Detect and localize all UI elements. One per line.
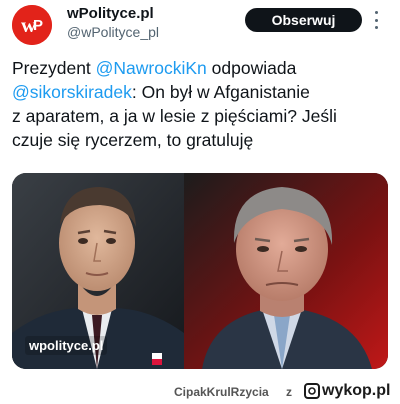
svg-text:P: P	[33, 17, 43, 34]
tweet-media[interactable]: wpolityce.pl	[12, 173, 388, 369]
more-options-icon[interactable]	[373, 11, 379, 29]
source-footer: CipakKrulRzycia z wykop.pl	[0, 380, 400, 404]
follow-button[interactable]: Obserwuj	[245, 8, 362, 32]
tweet-text-segment: odpowiada	[206, 58, 297, 78]
tweet-text-segment: Prezydent	[12, 58, 96, 78]
media-watermark: wpolityce.pl	[25, 336, 108, 355]
account-name[interactable]: wPolityce.pl	[67, 5, 154, 22]
tweet-line-2: @sikorskiradek: On był w Afganistanie	[12, 80, 388, 104]
tweet-header: w P wPolityce.pl @wPolityce_pl Obserwuj	[0, 0, 400, 46]
mention-sikorskiradek[interactable]: @sikorskiradek	[12, 82, 132, 102]
tweet-line-4: czuje się rycerzem, to gratuluję	[12, 130, 254, 150]
tweet-line-1: Prezydent @NawrockiKn odpowiada	[12, 56, 388, 80]
tweet-text: Prezydent @NawrockiKn odpowiada @sikorsk…	[12, 56, 388, 152]
wykop-site-name[interactable]: wykop.pl	[322, 382, 390, 400]
account-avatar[interactable]: w P	[12, 5, 52, 45]
footer-username[interactable]: CipakKrulRzycia	[174, 385, 269, 399]
right-portrait	[184, 173, 388, 369]
tweet-line-3: z aparatem, a ja w lesie z pięściami? Je…	[12, 106, 337, 126]
tweet-text-segment: : On był w Afganistanie	[131, 82, 310, 102]
mention-nawrockikn[interactable]: @NawrockiKn	[96, 58, 207, 78]
footer-connector: z	[286, 385, 292, 399]
wykop-logo-icon	[304, 383, 320, 399]
account-handle[interactable]: @wPolityce_pl	[67, 24, 159, 40]
wp-logo-icon: w P	[12, 5, 52, 45]
